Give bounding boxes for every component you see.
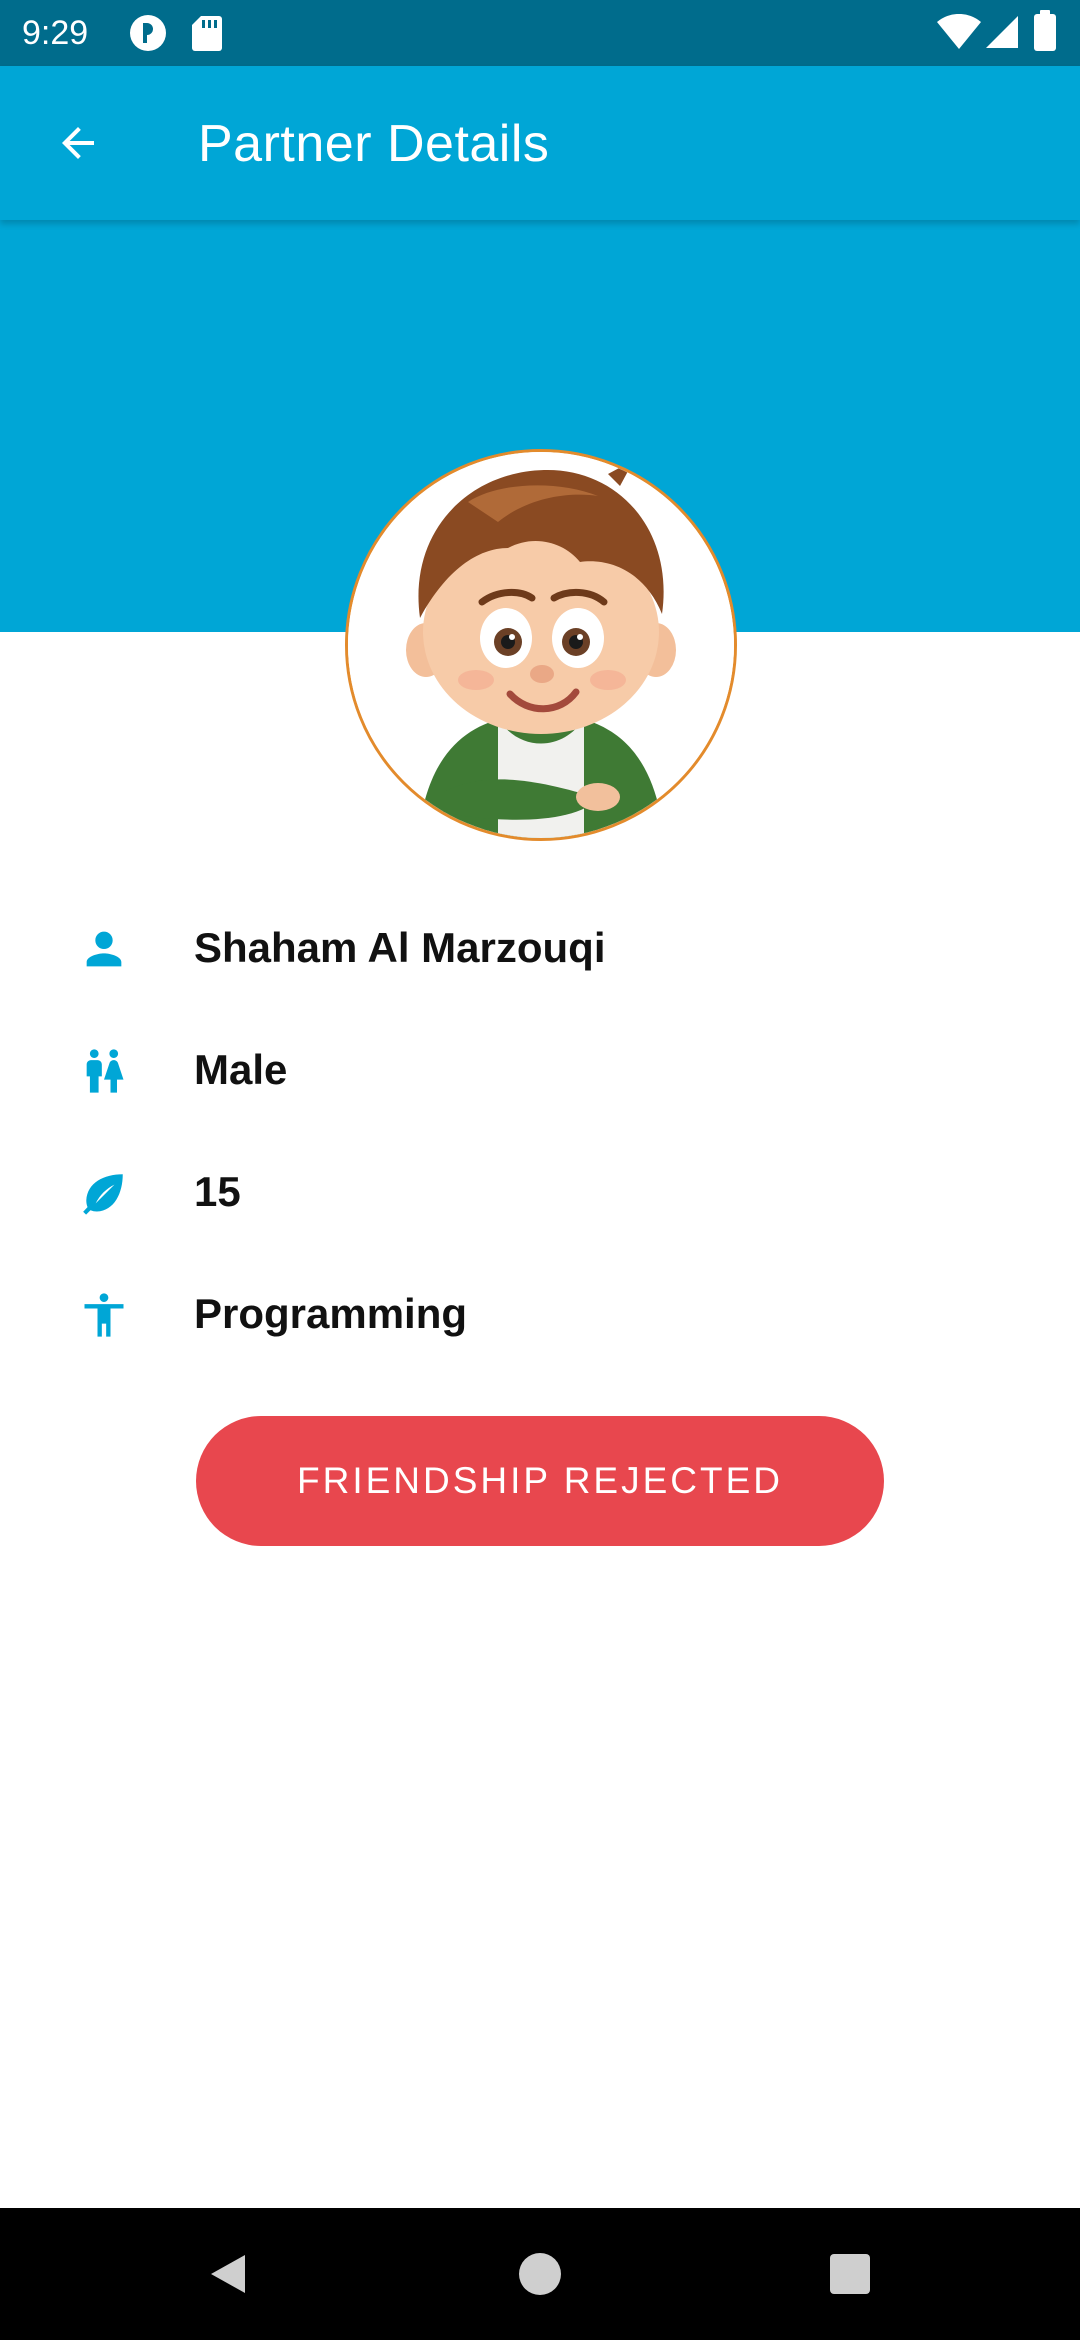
cartoon-boy-avatar [348, 452, 734, 838]
arrow-back-icon [62, 127, 94, 159]
partner-name: Shaham Al Marzouqi [194, 924, 606, 971]
partner-interest: Programming [194, 1290, 468, 1337]
status-bar: 9:29 [0, 0, 1080, 66]
app-indicator-icon [130, 15, 166, 51]
app-bar: Partner Details [0, 66, 1080, 220]
signal-icon [986, 16, 1018, 48]
detail-row-age: 15 [0, 1157, 1080, 1227]
sd-card-icon [192, 16, 222, 51]
battery-icon [1034, 10, 1056, 51]
recents-square-icon [830, 2254, 870, 2294]
person-icon [86, 931, 122, 967]
partner-avatar [345, 449, 737, 841]
gender-icon [86, 1049, 124, 1093]
detail-row-gender: Male [0, 1035, 1080, 1105]
back-triangle-icon [211, 2255, 245, 2293]
wifi-icon [937, 14, 981, 49]
nav-home-button[interactable] [500, 2234, 580, 2314]
detail-row-interest: Programming [0, 1279, 1080, 1349]
leaf-icon [83, 1174, 123, 1215]
nav-recents-button[interactable] [810, 2234, 890, 2314]
back-button[interactable] [38, 103, 118, 183]
status-time: 9:29 [22, 14, 89, 52]
nav-back-button[interactable] [188, 2234, 268, 2314]
partner-age: 15 [194, 1168, 241, 1215]
page-title: Partner Details [198, 115, 550, 173]
accessibility-icon [84, 1293, 124, 1337]
partner-gender: Male [194, 1046, 288, 1093]
system-nav-bar [0, 2208, 1080, 2340]
detail-row-name: Shaham Al Marzouqi [0, 913, 1080, 983]
friendship-rejected-button[interactable]: FRIENDSHIP REJECTED [196, 1416, 884, 1546]
home-circle-icon [519, 2253, 561, 2295]
